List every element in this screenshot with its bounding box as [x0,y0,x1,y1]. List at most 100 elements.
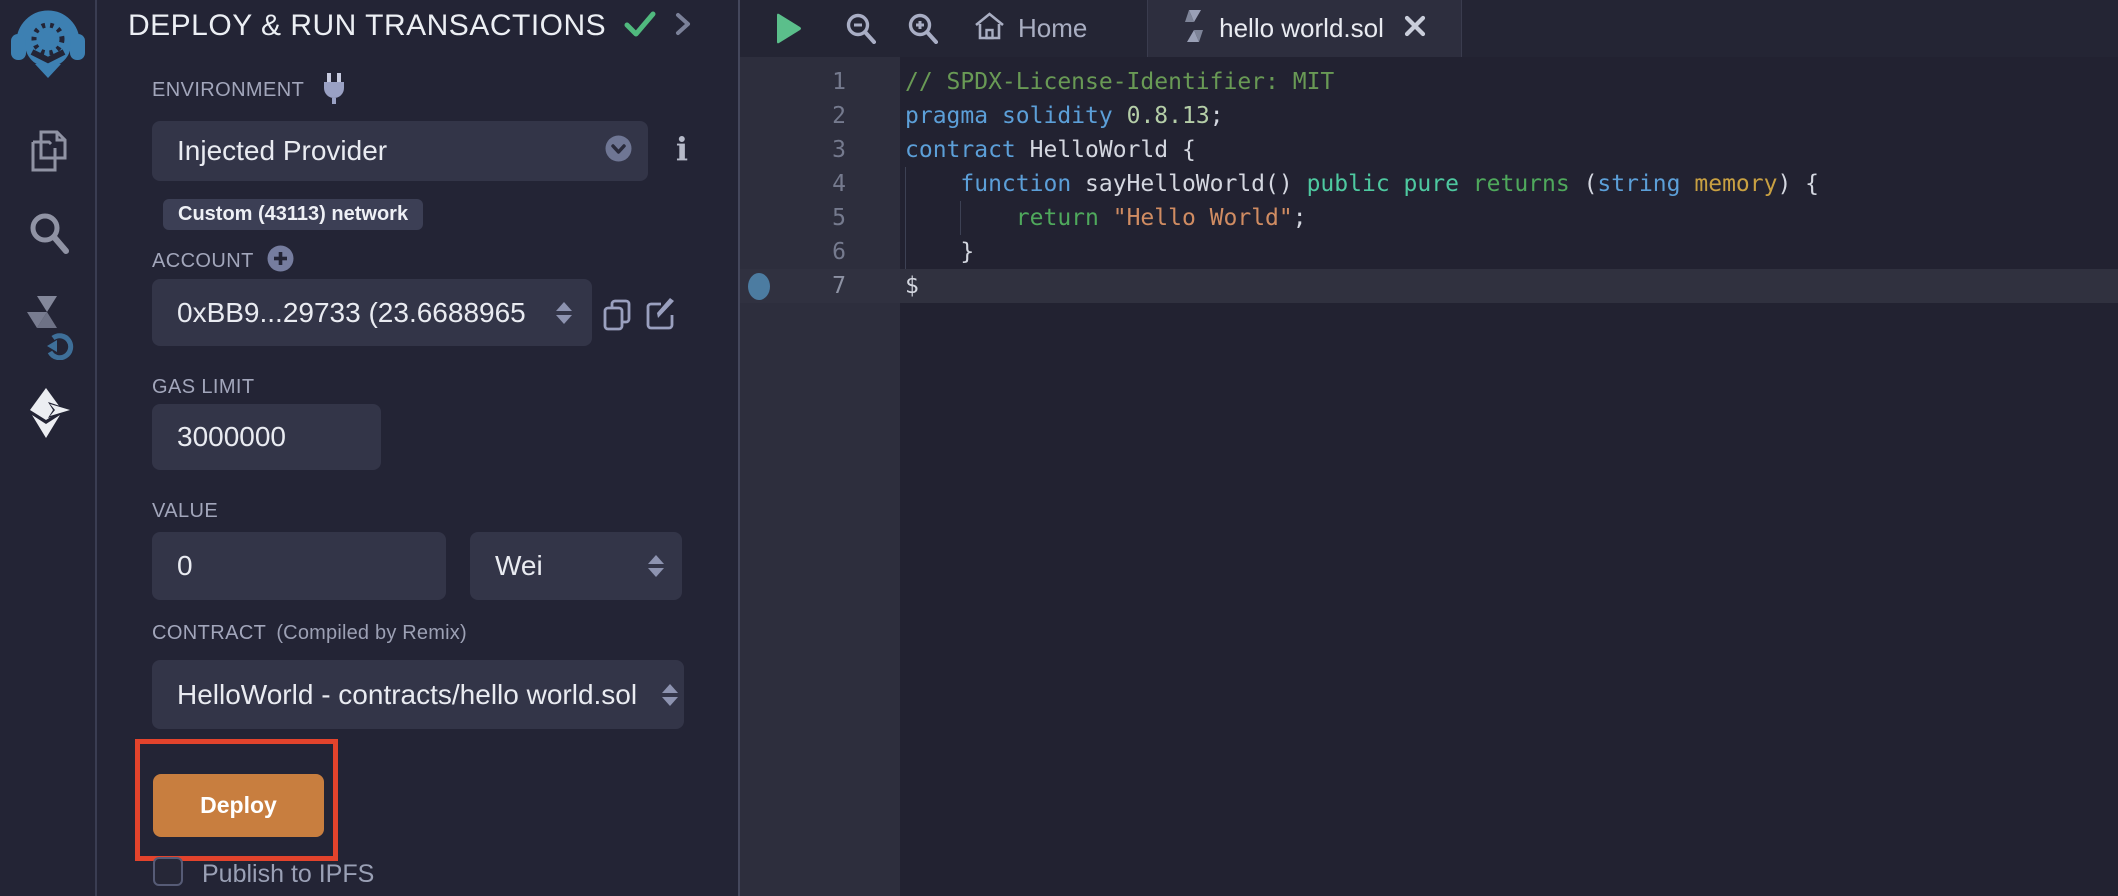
deploy-run-icon[interactable] [0,388,97,438]
deploy-button[interactable]: Deploy [153,774,324,837]
code-token: $ [905,273,919,299]
home-icon [974,11,1005,46]
code-token: "Hello World" [1113,205,1293,231]
editor-tabbar: Home hello world.sol [740,0,2118,57]
copy-icon[interactable] [602,299,632,337]
tab-hello-world-sol[interactable]: hello world.sol [1147,0,1462,57]
zoom-in-icon[interactable] [908,13,938,49]
info-icon[interactable]: i [672,130,692,168]
remix-logo-icon[interactable] [10,6,86,78]
chevron-right-icon[interactable] [674,10,692,43]
zoom-out-icon[interactable] [846,13,876,49]
code-line[interactable]: } [900,235,2118,269]
value-input[interactable]: 0 [152,532,446,600]
contract-note: (Compiled by Remix) [276,622,467,645]
gas-limit-value: 3000000 [177,421,286,453]
line-number[interactable]: 6 [740,235,900,269]
environment-select[interactable]: Injected Provider [152,121,648,181]
value-unit-select[interactable]: Wei [470,532,682,600]
value-amount: 0 [177,550,193,582]
code-token: string [1597,171,1680,197]
code-token: solidity [1002,103,1113,129]
editor: Home hello world.sol [740,0,2118,896]
account-value: 0xBB9...29733 (23.6688965 [177,297,526,329]
contract-value: HelloWorld - contracts/hello world.sol [177,679,637,711]
code-token [988,103,1002,129]
tab-home-label: Home [1018,13,1087,44]
code-token: // SPDX-License-Identifier: MIT [905,69,1334,95]
code-line[interactable]: return "Hello World"; [900,201,2118,235]
tab-home[interactable]: Home [954,0,1107,57]
account-label-row: ACCOUNT [152,245,294,277]
environment-label-row: ENVIRONMENT [152,72,348,109]
contract-label-row: CONTRACT (Compiled by Remix) [152,622,467,645]
code-content[interactable]: // SPDX-License-Identifier: MIT pragma so… [900,57,2118,896]
code-line[interactable]: function sayHelloWorld() public pure ret… [900,167,2118,201]
value-unit: Wei [495,550,543,582]
code-token: ) { [1777,171,1819,197]
icon-rail [0,0,97,896]
run-script-icon[interactable] [773,12,803,50]
code-token: pure [1404,171,1459,197]
close-icon[interactable] [1404,15,1426,42]
code-line[interactable]: pragma solidity 0.8.13; [900,99,2118,133]
code-token [1390,171,1404,197]
chevron-down-circle-icon[interactable] [605,135,632,167]
value-label: VALUE [152,500,218,523]
select-spinner-icon [556,302,572,324]
code-area[interactable]: 1234567 // SPDX-License-Identifier: MIT p… [740,57,2118,896]
panel-header: DEPLOY & RUN TRANSACTIONS [128,0,692,52]
code-token: ( [1570,171,1598,197]
publish-ipfs-checkbox[interactable] [153,857,183,886]
code-token: memory [1694,171,1777,197]
code-line[interactable]: // SPDX-License-Identifier: MIT [900,65,2118,99]
contract-select[interactable]: HelloWorld - contracts/hello world.sol [152,660,684,729]
select-spinner-icon [662,684,678,706]
line-number[interactable]: 7 [740,269,900,303]
solidity-compiler-icon[interactable] [0,294,97,360]
line-number[interactable]: 1 [740,65,900,99]
value-label-row: VALUE [152,500,218,523]
contract-label: CONTRACT [152,622,266,645]
code-token: return [1016,205,1099,231]
gas-limit-input[interactable]: 3000000 [152,404,381,470]
code-token [1113,103,1127,129]
gas-limit-label: GAS LIMIT [152,376,255,399]
code-token [1459,171,1473,197]
check-icon [624,10,656,43]
line-number[interactable]: 2 [740,99,900,133]
code-token: pragma [905,103,988,129]
code-token: public [1307,171,1390,197]
remix-ide: DEPLOY & RUN TRANSACTIONS ENVIRONMENT In… [0,0,2118,896]
search-icon[interactable] [0,212,97,256]
code-token: sayHelloWorld() [1071,171,1306,197]
deploy-run-panel: DEPLOY & RUN TRANSACTIONS ENVIRONMENT In… [97,0,740,896]
gas-label-row: GAS LIMIT [152,376,255,399]
environment-value: Injected Provider [177,135,387,167]
solidity-file-icon [1183,9,1205,48]
code-token [1099,205,1113,231]
code-token [905,205,1016,231]
tab-file-label: hello world.sol [1219,13,1384,44]
code-token [905,171,960,197]
code-line[interactable]: contract HelloWorld { [900,133,2118,167]
environment-label: ENVIRONMENT [152,79,304,102]
plug-icon [320,72,348,109]
line-number[interactable]: 4 [740,167,900,201]
plus-circle-icon[interactable] [267,245,294,277]
code-token: returns [1473,171,1570,197]
breakpoint-dot-icon[interactable] [748,273,770,300]
code-line[interactable]: $ [900,269,2118,303]
code-token [1681,171,1695,197]
panel-title: DEPLOY & RUN TRANSACTIONS [128,9,606,43]
select-spinner-icon [648,555,664,577]
line-number[interactable]: 5 [740,201,900,235]
edit-icon[interactable] [646,297,678,335]
line-number[interactable]: 3 [740,133,900,167]
publish-ipfs-label[interactable]: Publish to IPFS [202,860,374,889]
network-badge: Custom (43113) network [163,199,423,230]
account-label: ACCOUNT [152,250,254,273]
code-token: 0.8.13 [1127,103,1210,129]
account-select[interactable]: 0xBB9...29733 (23.6688965 [152,279,592,346]
file-explorer-icon[interactable] [0,128,97,174]
